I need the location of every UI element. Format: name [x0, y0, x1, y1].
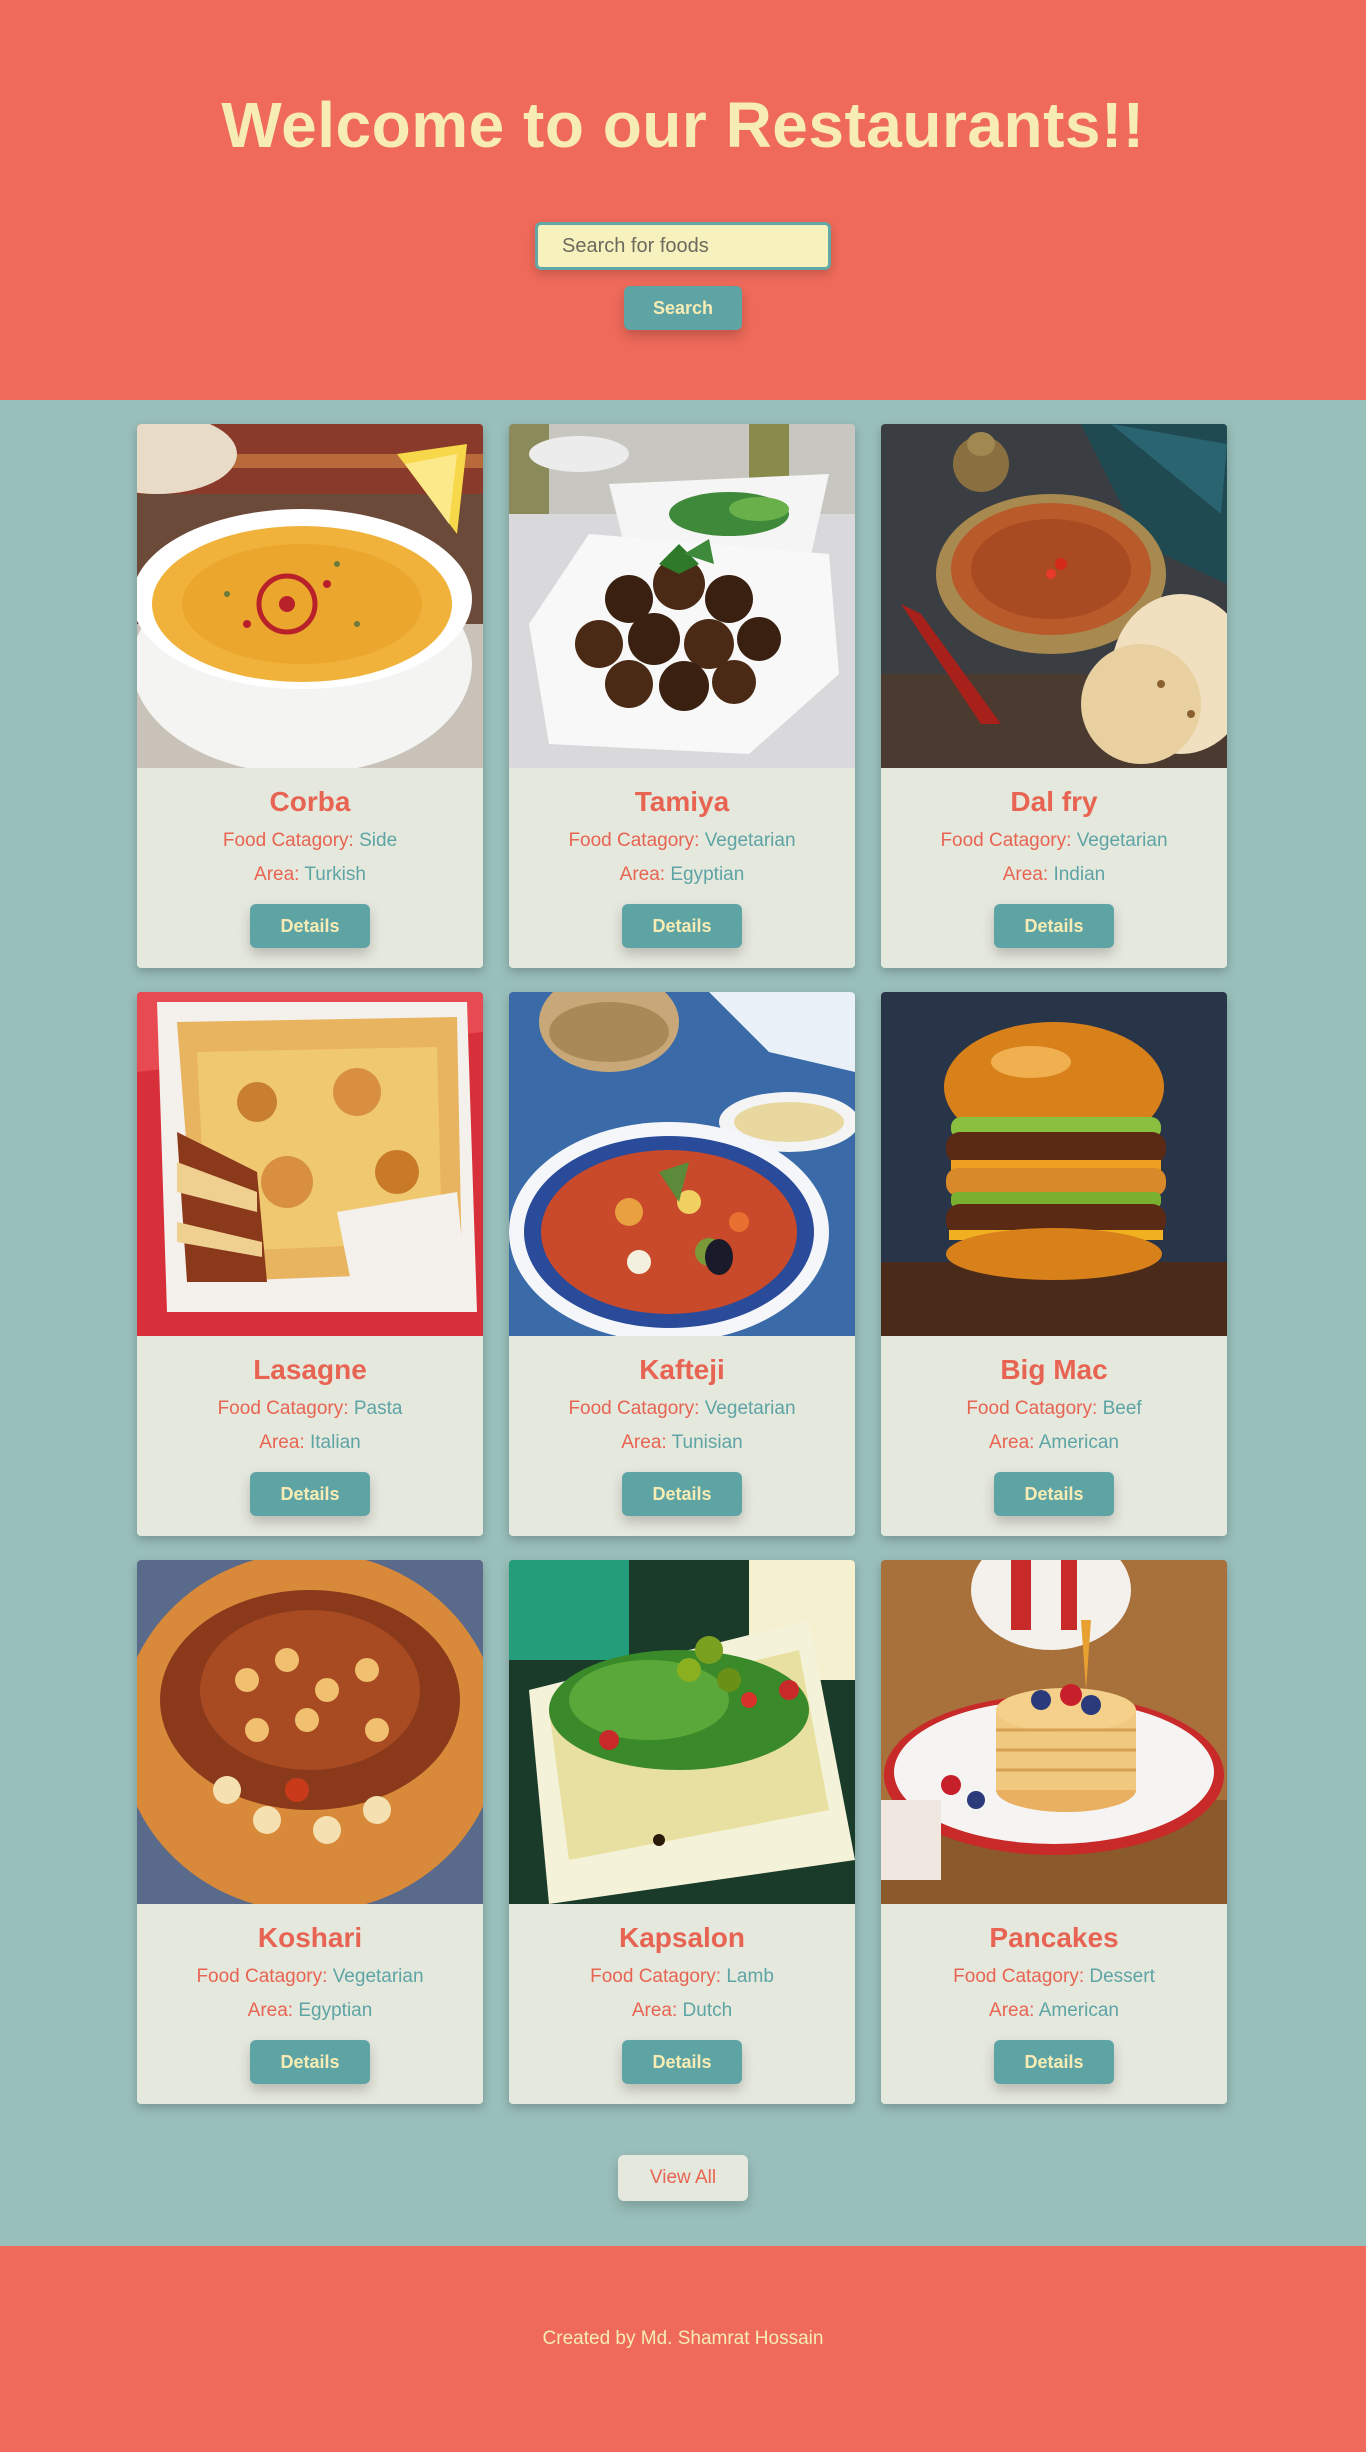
- details-button[interactable]: Details: [250, 904, 370, 948]
- food-name: Big Mac: [1000, 1354, 1108, 1385]
- footer-credit: Created by Md. Shamrat Hossain: [542, 2328, 824, 2349]
- details-button[interactable]: Details: [994, 1472, 1114, 1516]
- food-section: Corba Food Catagory: Side Area: Turkish …: [0, 400, 1366, 2246]
- food-area: Area: Italian: [259, 1432, 361, 1453]
- food-name: Kafteji: [639, 1354, 725, 1385]
- food-name: Dal fry: [1010, 786, 1098, 817]
- dal-bowl-image: [881, 424, 1227, 768]
- food-card: Corba Food Catagory: Side Area: Turkish …: [137, 424, 483, 968]
- food-card: Lasagne Food Catagory: Pasta Area: Itali…: [137, 992, 483, 1536]
- details-button[interactable]: Details: [994, 2040, 1114, 2084]
- view-all-button[interactable]: View All: [618, 2155, 748, 2201]
- details-button[interactable]: Details: [622, 904, 742, 948]
- food-category: Food Catagory: Lamb: [590, 1966, 774, 1987]
- food-area: Area: Egyptian: [247, 2000, 373, 2021]
- food-category: Food Catagory: Vegetarian: [568, 1398, 796, 1419]
- food-card: Koshari Food Catagory: Vegetarian Area: …: [137, 1560, 483, 2104]
- food-card: Kafteji Food Catagory: Vegetarian Area: …: [509, 992, 855, 1536]
- pancakes-image: [881, 1560, 1227, 1904]
- kafteji-plate-image: [509, 992, 855, 1336]
- page-footer: Created by Md. Shamrat Hossain: [0, 2246, 1366, 2452]
- food-grid: Corba Food Catagory: Side Area: Turkish …: [137, 424, 1229, 2104]
- kapsalon-plate-image: [509, 1560, 855, 1904]
- details-button[interactable]: Details: [622, 1472, 742, 1516]
- food-area: Area: Indian: [1002, 864, 1106, 885]
- food-card: Big Mac Food Catagory: Beef Area: Americ…: [881, 992, 1227, 1536]
- search-button[interactable]: Search: [624, 286, 742, 330]
- food-category: Food Catagory: Vegetarian: [196, 1966, 424, 1987]
- food-category: Food Catagory: Vegetarian: [940, 830, 1168, 851]
- page-title: Welcome to our Restaurants!!: [221, 89, 1145, 161]
- food-category: Food Catagory: Beef: [966, 1398, 1142, 1419]
- lasagne-dish-image: [137, 992, 483, 1336]
- food-area: Area: American: [989, 2000, 1119, 2021]
- details-button[interactable]: Details: [622, 2040, 742, 2084]
- food-name: Tamiya: [634, 786, 730, 817]
- food-area: Area: Dutch: [631, 2000, 733, 2021]
- food-area: Area: American: [989, 1432, 1119, 1453]
- falafel-plate-image: [509, 424, 855, 768]
- food-name: Pancakes: [989, 1922, 1119, 1953]
- food-area: Area: Tunisian: [621, 1432, 743, 1453]
- page-header: Welcome to our Restaurants!! Search: [0, 0, 1366, 400]
- food-card: Pancakes Food Catagory: Dessert Area: Am…: [881, 1560, 1227, 2104]
- details-button[interactable]: Details: [994, 904, 1114, 948]
- food-name: Lasagne: [253, 1354, 367, 1385]
- food-name: Koshari: [257, 1922, 363, 1953]
- food-card: Tamiya Food Catagory: Vegetarian Area: E…: [509, 424, 855, 968]
- food-category: Food Catagory: Dessert: [953, 1966, 1155, 1987]
- food-card: Kapsalon Food Catagory: Lamb Area: Dutch…: [509, 1560, 855, 2104]
- details-button[interactable]: Details: [250, 1472, 370, 1516]
- food-category: Food Catagory: Side: [222, 830, 398, 851]
- burger-image: [881, 992, 1227, 1336]
- food-area: Area: Turkish: [254, 864, 366, 885]
- food-card: Dal fry Food Catagory: Vegetarian Area: …: [881, 424, 1227, 968]
- food-name: Kapsalon: [618, 1922, 746, 1953]
- food-category: Food Catagory: Pasta: [217, 1398, 403, 1419]
- food-category: Food Catagory: Vegetarian: [568, 830, 796, 851]
- koshari-plate-image: [137, 1560, 483, 1904]
- soup-bowl-image: [137, 424, 483, 768]
- food-area: Area: Egyptian: [619, 864, 745, 885]
- food-name: Corba: [269, 786, 351, 817]
- details-button[interactable]: Details: [250, 2040, 370, 2084]
- search-input[interactable]: [535, 222, 831, 270]
